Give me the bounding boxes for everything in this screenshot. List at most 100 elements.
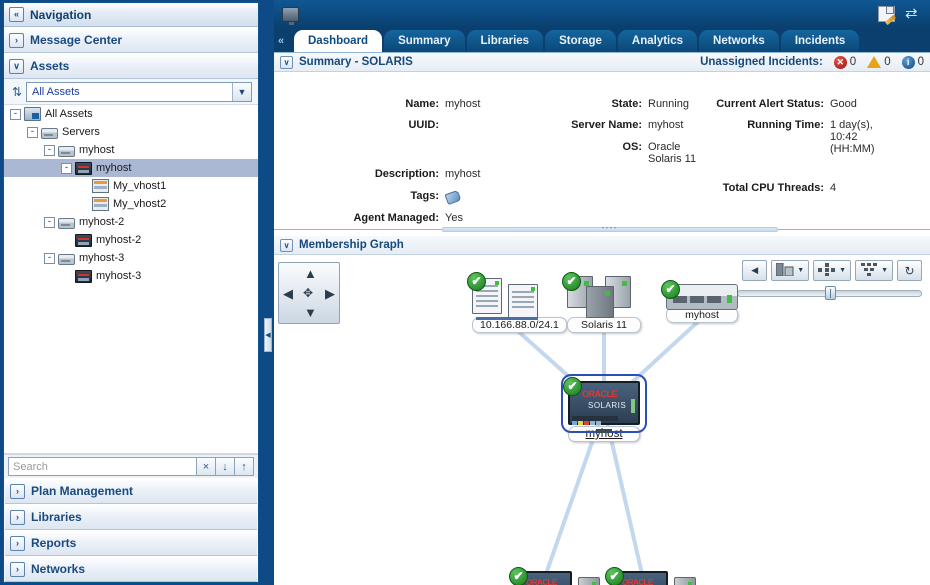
clear-search-button[interactable]: × (197, 457, 216, 476)
sync-arrows-icon[interactable]: ⇄ (905, 6, 922, 22)
critical-count: 0 (849, 56, 857, 68)
tree-item[interactable]: - myhost-2 (4, 213, 258, 231)
summary-field-label: Name: (405, 98, 439, 110)
summary-field-value: Yes (445, 212, 463, 224)
sidebar-section-message-center[interactable]: › Message Center (4, 27, 258, 53)
graph-node-os-group[interactable]: ✔ Solaris 11 (562, 272, 641, 333)
summary-field-value: 1 day(s), 10:42 (HH:MM) (830, 119, 875, 155)
summary-field: Name: myhost (274, 98, 539, 110)
sidebar-section-libraries[interactable]: › Libraries (5, 504, 257, 530)
tree-item-label: Servers (62, 126, 100, 138)
os-icon (75, 161, 92, 175)
graph-node-network[interactable]: ✔ 10.166.88.0/24.1 (467, 272, 567, 333)
summary-panel-header: ∨ Summary - SOLARIS Unassigned Incidents… (274, 53, 930, 72)
search-input[interactable] (8, 457, 197, 476)
vertical-splitter[interactable]: ◀ (262, 0, 274, 585)
sidebar-section-plan-management[interactable]: › Plan Management (5, 478, 257, 504)
search-bar: × ↓ ↑ (4, 454, 258, 478)
tab-dashboard[interactable]: Dashboard (294, 30, 383, 52)
status-ok-icon: ✔ (661, 280, 680, 299)
horizontal-splitter[interactable]: •••• (274, 224, 930, 234)
sidebar-section-label: Reports (31, 536, 77, 550)
tree-item-label: myhost (96, 162, 132, 174)
summary-field: Agent Managed: Yes (274, 212, 539, 224)
chevron-right-icon: › (10, 483, 25, 499)
asset-tree[interactable]: - All Assets - Servers - myhost - myhost My_vhos… (4, 105, 258, 454)
tab-analytics[interactable]: Analytics (617, 30, 698, 52)
status-ok-icon: ✔ (562, 272, 581, 291)
tab-incidents[interactable]: Incidents (780, 30, 860, 52)
expander-icon[interactable]: - (27, 126, 38, 138)
search-next-button[interactable]: ↓ (216, 457, 235, 476)
sidebar-section-reports[interactable]: › Reports (5, 530, 257, 556)
status-badge-warning[interactable]: 0 (867, 56, 891, 68)
tab-storage[interactable]: Storage (545, 30, 616, 52)
expander-icon[interactable]: - (61, 162, 72, 174)
tree-item[interactable]: myhost-2 (4, 231, 258, 249)
layout-panes-button[interactable]: ▼ (771, 260, 810, 281)
tree-item[interactable]: myhost-3 (4, 267, 258, 285)
collapse-left-icon[interactable]: ◀ (264, 318, 272, 352)
refresh-graph-button[interactable]: ↻ (897, 260, 922, 281)
tree-item[interactable]: - myhost (4, 141, 258, 159)
sidebar-section-label: Assets (30, 59, 70, 73)
chevron-down-icon[interactable]: ∨ (280, 238, 293, 252)
layout-radial-button[interactable]: ▼ (855, 260, 893, 281)
refresh-icon[interactable]: ⇅ (8, 85, 26, 99)
tree-item-label: All Assets (45, 108, 93, 120)
os-icon (75, 233, 92, 247)
chevron-down-icon[interactable]: ▼ (232, 82, 251, 101)
graph-node-selected-host[interactable]: ORACLE SOLARIS ✔ myhost (561, 374, 647, 442)
summary-field-label: Current Alert Status: (716, 98, 824, 110)
back-button[interactable]: ◀ (742, 260, 768, 281)
graph-node-vhost-1[interactable]: ORACLE SOLARIS ✔ My_vhost-1 (509, 567, 601, 585)
tree-item[interactable]: My_vhost2 (4, 195, 258, 213)
edit-note-icon[interactable] (878, 6, 895, 22)
navigation-panel: « Navigation › Message Center ∨ Assets ⇅… (0, 0, 262, 585)
summary-field-label: Tags: (410, 190, 439, 202)
server-group-icon (58, 145, 75, 157)
chevron-right-icon: › (10, 535, 25, 551)
tab-summary[interactable]: Summary (384, 30, 465, 52)
zoom-slider-thumb[interactable] (825, 286, 836, 300)
graph-node-vhost-2[interactable]: ORACLE SOLARIS ✔ My_vhost-2 (605, 567, 697, 585)
tree-item[interactable]: - All Assets (4, 105, 258, 123)
chevron-down-icon[interactable]: ∨ (280, 55, 293, 69)
tree-item[interactable]: - myhost-3 (4, 249, 258, 267)
all-assets-icon (24, 107, 41, 121)
expander-icon[interactable]: - (44, 252, 55, 264)
summary-field: Total CPU Threads: 4 (694, 182, 914, 194)
info-count: 0 (917, 56, 924, 68)
sidebar-section-networks[interactable]: › Networks (5, 556, 257, 582)
tree-item-label: My_vhost1 (113, 180, 167, 192)
search-previous-button[interactable]: ↑ (235, 457, 254, 476)
summary-field-label: Agent Managed: (353, 212, 439, 224)
membership-graph[interactable]: ▲ ▼ ◀ ▶ ✥ ◀ ▼ ▼ ▼ ↻ ✔ 10.166.88.0/24.1 ✔… (274, 256, 930, 585)
unassigned-incidents-label: Unassigned Incidents: (700, 56, 823, 68)
chevron-double-left-icon[interactable]: « (9, 7, 24, 22)
asset-selector: ⇅ All Assets ▼ (4, 79, 258, 105)
asset-scope-value: All Assets (32, 85, 80, 98)
tab-scroll-left-icon[interactable]: « (278, 35, 294, 52)
graph-node-server[interactable]: ✔ myhost (661, 280, 738, 323)
tree-item-label: myhost-3 (79, 252, 125, 264)
pan-control-icon[interactable]: ▲ ▼ ◀ ▶ ✥ (278, 262, 340, 324)
zoom-slider[interactable] (737, 286, 922, 300)
expander-icon[interactable]: - (44, 216, 55, 228)
asset-scope-combobox[interactable]: All Assets ▼ (26, 81, 252, 102)
monitor-icon (282, 6, 299, 25)
sidebar-section-assets[interactable]: ∨ Assets (4, 53, 258, 79)
summary-field: UUID: (274, 119, 539, 131)
splitter-grip[interactable]: •••• (442, 226, 778, 232)
layout-hierarchy-button[interactable]: ▼ (813, 260, 852, 281)
expander-icon[interactable]: - (44, 144, 55, 156)
tree-item[interactable]: - myhost (4, 159, 258, 177)
status-badge-critical[interactable]: ✕ 0 (833, 55, 857, 69)
warning-icon (867, 56, 882, 68)
expander-icon[interactable]: - (10, 108, 21, 120)
tree-item[interactable]: My_vhost1 (4, 177, 258, 195)
tab-networks[interactable]: Networks (699, 30, 779, 52)
tab-libraries[interactable]: Libraries (466, 30, 544, 52)
tree-item[interactable]: - Servers (4, 123, 258, 141)
status-badge-info[interactable]: i 0 (901, 55, 924, 69)
